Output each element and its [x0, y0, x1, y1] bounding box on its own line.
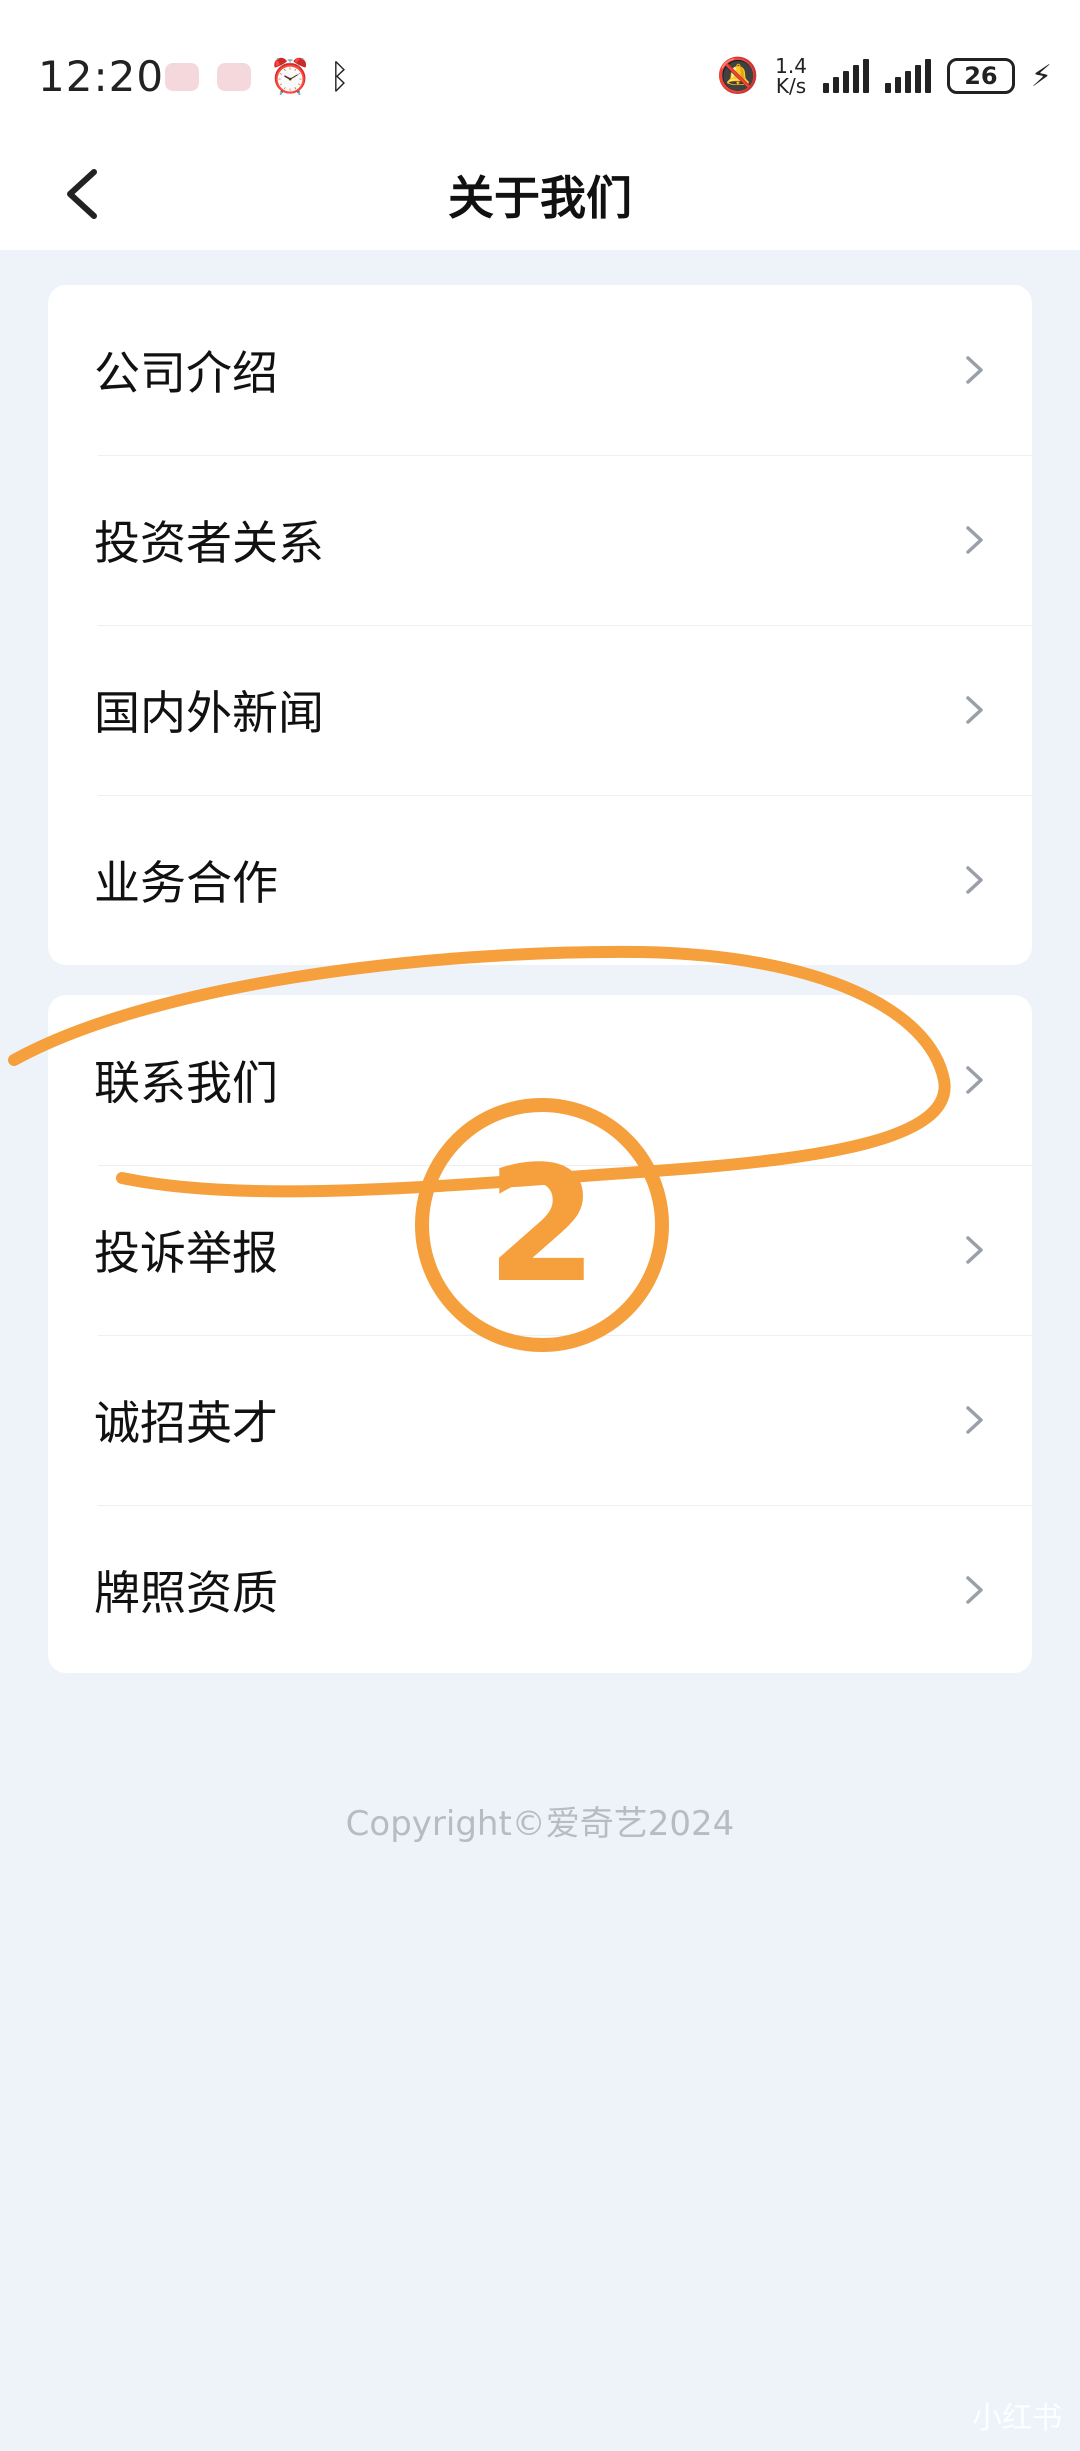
chevron-right-icon: [966, 1406, 983, 1434]
menu-item-label: 业务合作: [94, 856, 278, 910]
menu-item-label: 投资者关系: [94, 516, 324, 570]
chevron-right-icon: [966, 1236, 983, 1264]
status-bar: 12:20 ⏰ ᛒ 🔕 1.4 K/s 26 ⚡: [0, 0, 1080, 160]
menu-item-complaint-report[interactable]: 投诉举报: [48, 1165, 1032, 1335]
page-title: 关于我们: [448, 171, 632, 225]
copyright-text: Copyright©爱奇艺2024: [345, 1804, 735, 1844]
chevron-right-icon: [966, 356, 983, 384]
signal-icon: [884, 59, 931, 93]
notification-app-icon: [165, 63, 199, 91]
menu-card-2: 联系我们 投诉举报 诚招英才 牌照资质: [48, 995, 1032, 1673]
menu-item-label: 公司介绍: [94, 346, 278, 400]
status-left-icons: ⏰ ᛒ: [165, 60, 350, 94]
menu-item-contact-us[interactable]: 联系我们: [48, 995, 1032, 1165]
menu-item-news[interactable]: 国内外新闻: [48, 625, 1032, 795]
menu-item-company-intro[interactable]: 公司介绍: [48, 285, 1032, 455]
menu-item-licenses[interactable]: 牌照资质: [48, 1505, 1032, 1673]
menu-item-label: 国内外新闻: [94, 686, 324, 740]
menu-item-label: 诚招英才: [94, 1396, 278, 1450]
notification-app-icon: [217, 63, 251, 91]
chevron-right-icon: [966, 1576, 983, 1604]
signal-icon: [822, 59, 869, 93]
bluetooth-icon: ᛒ: [329, 57, 350, 97]
alarm-icon: ⏰: [269, 57, 312, 97]
chevron-right-icon: [966, 866, 983, 894]
status-right-icons: 🔕 1.4 K/s 26 ⚡: [717, 56, 1052, 96]
chevron-right-icon: [966, 526, 983, 554]
charging-icon: ⚡: [1030, 58, 1052, 94]
chevron-right-icon: [966, 696, 983, 724]
menu-item-investor-relations[interactable]: 投资者关系: [48, 455, 1032, 625]
battery-icon: 26: [946, 58, 1015, 94]
network-speed: 1.4 K/s: [775, 54, 807, 98]
menu-item-label: 投诉举报: [94, 1226, 278, 1280]
menu-card-1: 公司介绍 投资者关系 国内外新闻 业务合作: [48, 285, 1032, 965]
menu-item-label: 牌照资质: [94, 1566, 278, 1620]
watermark-text: 小红书: [972, 2401, 1062, 2436]
menu-item-label: 联系我们: [94, 1056, 278, 1110]
menu-item-business-cooperation[interactable]: 业务合作: [48, 795, 1032, 965]
mute-bell-icon: 🔕: [716, 56, 760, 96]
status-time: 12:20: [38, 52, 165, 101]
nav-header: 关于我们: [0, 140, 1080, 250]
chevron-right-icon: [966, 1066, 983, 1094]
menu-item-careers[interactable]: 诚招英才: [48, 1335, 1032, 1505]
